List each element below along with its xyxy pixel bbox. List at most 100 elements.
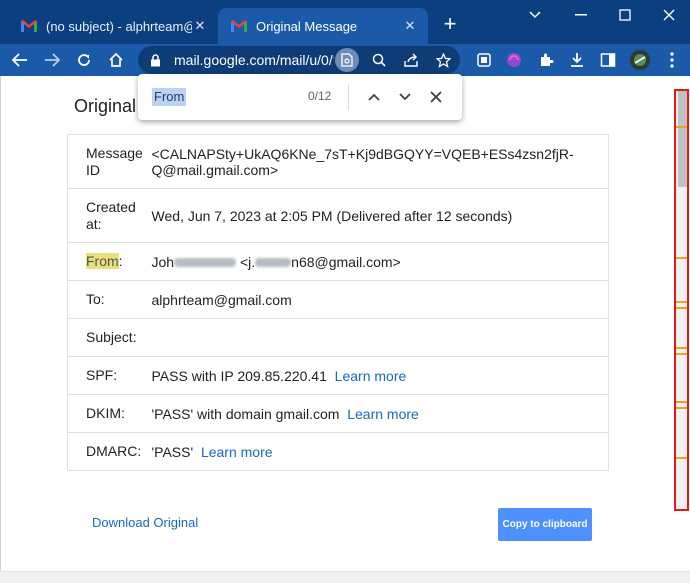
- find-match-marker: [676, 401, 687, 403]
- profile-button[interactable]: [628, 48, 652, 72]
- avatar-icon: [630, 50, 650, 70]
- dkim-text: 'PASS' with domain gmail.com: [151, 405, 340, 422]
- from-email-end: n68@gmail.com>: [291, 253, 401, 270]
- row-label: From:: [68, 243, 152, 281]
- tab-search-button[interactable]: [520, 4, 550, 26]
- message-id-value: <CALNAPSty+UkAQ6KNe_7sT+Kj9dBGQYY=VQEB+E…: [151, 145, 574, 178]
- downloads-button[interactable]: [565, 48, 589, 72]
- row-label: SPF:: [86, 367, 118, 383]
- forward-button[interactable]: [40, 48, 64, 72]
- table-row: Message ID <CALNAPSty+UkAQ6KNe_7sT+Kj9dB…: [67, 134, 609, 189]
- spf-learn-more-link[interactable]: Learn more: [335, 368, 407, 384]
- find-match-marker: [676, 457, 687, 459]
- row-label: DMARC:: [86, 443, 142, 459]
- table-row: DMARC: 'PASS' Learn more: [67, 432, 609, 471]
- find-match-marker: [676, 407, 687, 409]
- find-in-page-icon[interactable]: [335, 48, 359, 72]
- dmarc-text: 'PASS': [151, 443, 194, 460]
- kebab-menu-icon: [670, 52, 674, 68]
- share-icon[interactable]: [399, 48, 423, 72]
- menu-button[interactable]: [660, 48, 684, 72]
- find-next-button[interactable]: [394, 86, 416, 108]
- find-close-button[interactable]: [425, 86, 447, 108]
- find-match-marker: [676, 347, 687, 349]
- reload-button[interactable]: [72, 48, 96, 72]
- row-label: DKIM:: [86, 405, 125, 421]
- find-bar: From 0/12: [138, 74, 462, 120]
- copy-to-clipboard-button[interactable]: Copy to clipboard: [498, 508, 592, 541]
- table-row: To: alphrteam@gmail.com: [67, 280, 609, 319]
- close-tab-icon[interactable]: ✕: [192, 18, 208, 34]
- puzzle-icon: [541, 53, 554, 66]
- extension-reader-button[interactable]: [472, 48, 496, 72]
- find-match-marker: [676, 353, 687, 355]
- browser-toolbar: mail.google.com/mail/u/0/?ik=...: [0, 44, 690, 76]
- extensions-button[interactable]: [534, 48, 558, 72]
- dmarc-value: 'PASS' Learn more: [152, 433, 609, 471]
- from-email-open: <j.: [236, 253, 256, 270]
- arrow-right-icon: [45, 53, 60, 67]
- table-row: DKIM: 'PASS' with domain gmail.com Learn…: [67, 394, 609, 433]
- maximize-button[interactable]: [610, 4, 640, 26]
- row-label: Subject:: [86, 329, 137, 345]
- find-highlight: From: [86, 253, 119, 269]
- redacted-email: [255, 258, 292, 268]
- address-bar[interactable]: mail.google.com/mail/u/0/?ik=...: [138, 46, 460, 74]
- table-row: From: Joh <j. n68@gmail.com>: [67, 242, 609, 281]
- url-text: mail.google.com/mail/u/0/?ik=...: [174, 52, 334, 68]
- label-suffix: :: [118, 253, 123, 269]
- created-at-value: Wed, Jun 7, 2023 at 2:05 PM (Delivered a…: [151, 207, 513, 224]
- find-match-count: 0/12: [308, 89, 332, 103]
- gmail-icon: [231, 20, 247, 32]
- row-label: Created at:: [86, 198, 136, 232]
- page-border: [0, 76, 1, 583]
- spf-value: PASS with IP 209.85.220.41 Learn more: [152, 357, 609, 395]
- close-icon: [430, 91, 442, 103]
- chevron-down-icon: [399, 93, 411, 101]
- tab-strip: (no subject) - alphrteam@gmail.com ✕ Ori…: [0, 0, 690, 44]
- vertical-scrollbar[interactable]: [674, 89, 689, 511]
- message-details-table: Message ID <CALNAPSty+UkAQ6KNe_7sT+Kj9dB…: [67, 134, 609, 471]
- zoom-icon[interactable]: [367, 48, 391, 72]
- download-icon: [571, 53, 583, 67]
- back-button[interactable]: [8, 48, 32, 72]
- find-match-marker: [676, 126, 687, 128]
- minimize-button[interactable]: [566, 4, 596, 26]
- table-row: SPF: PASS with IP 209.85.220.41 Learn mo…: [67, 356, 609, 395]
- lock-icon[interactable]: [148, 53, 162, 67]
- to-value: alphrteam@gmail.com: [151, 291, 292, 308]
- row-label: Message ID: [86, 144, 143, 178]
- close-window-button[interactable]: [654, 4, 684, 26]
- arrow-left-icon: [12, 53, 27, 67]
- tab-gmail-inbox[interactable]: (no subject) - alphrteam@gmail.com ✕: [8, 8, 218, 44]
- orb-extension-icon: [507, 53, 521, 67]
- subject-value: [152, 319, 609, 357]
- find-match-marker: [676, 301, 687, 303]
- side-panel-icon: [600, 53, 616, 67]
- dkim-learn-more-link[interactable]: Learn more: [347, 406, 419, 422]
- new-tab-button[interactable]: +: [438, 13, 462, 37]
- find-input[interactable]: From: [152, 88, 187, 106]
- dmarc-learn-more-link[interactable]: Learn more: [201, 444, 273, 460]
- chevron-down-icon: [529, 11, 541, 19]
- reload-icon: [78, 54, 90, 66]
- maximize-icon: [619, 9, 631, 21]
- extension-orb-button[interactable]: [502, 48, 526, 72]
- table-row: Created at: Wed, Jun 7, 2023 at 2:05 PM …: [67, 188, 609, 243]
- side-panel-button[interactable]: [596, 48, 620, 72]
- horizontal-scrollbar[interactable]: [0, 571, 690, 583]
- row-label: To:: [86, 291, 105, 307]
- tab-original-message[interactable]: Original Message ✕: [218, 8, 428, 44]
- scroll-thumb[interactable]: [678, 91, 687, 187]
- download-original-link[interactable]: Download Original: [92, 515, 198, 530]
- find-match-marker: [676, 307, 687, 309]
- bookmark-star-icon[interactable]: [431, 48, 455, 72]
- close-tab-icon[interactable]: ✕: [402, 18, 418, 34]
- dkim-value: 'PASS' with domain gmail.com Learn more: [152, 395, 609, 433]
- find-previous-button[interactable]: [363, 86, 385, 108]
- home-button[interactable]: [104, 48, 128, 72]
- close-icon: [663, 9, 675, 21]
- table-row: Subject:: [67, 318, 609, 357]
- redacted-name: [174, 258, 237, 268]
- from-value: Joh <j. n68@gmail.com>: [152, 243, 609, 281]
